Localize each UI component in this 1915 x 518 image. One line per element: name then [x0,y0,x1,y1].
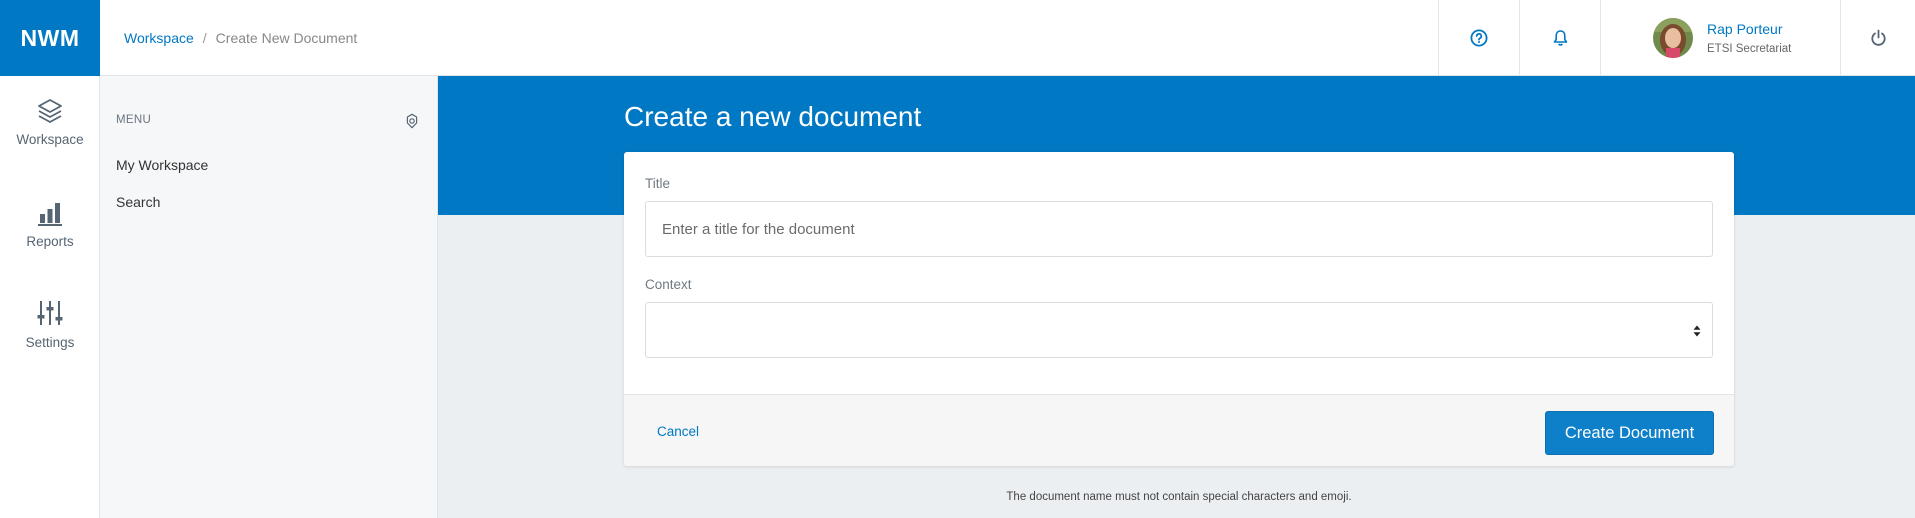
page-title: Create a new document [624,101,922,132]
user-name: Rap Porteur [1707,21,1783,37]
title-field-label: Title [645,176,671,191]
context-select[interactable] [645,302,1713,358]
create-document-button[interactable]: Create Document [1545,411,1714,455]
question-circle-icon [1470,29,1488,47]
user-info: Rap Porteur ETSI Secretariat [1707,21,1791,55]
breadcrumb-workspace-link[interactable]: Workspace [124,30,194,46]
app-logo[interactable]: NWM [0,0,100,76]
layers-icon [38,99,62,123]
sliders-icon [37,301,63,325]
bell-icon [1553,30,1567,46]
topbar-actions: Rap Porteur ETSI Secretariat [1438,0,1915,76]
nav-settings[interactable]: Settings [0,299,100,379]
nav-reports-label: Reports [26,234,74,249]
create-document-form: Title Context Cancel Create Document [624,152,1734,466]
primary-nav: Workspace Reports Settings [0,76,100,518]
nav-settings-label: Settings [25,335,75,350]
menu-heading: MENU [116,114,152,126]
avatar [1653,18,1693,58]
breadcrumb-current: Create New Document [215,30,358,46]
form-footer: Cancel Create Document [624,394,1734,466]
nav-workspace[interactable]: Workspace [0,98,100,178]
help-button[interactable] [1438,0,1519,76]
nav-workspace-label: Workspace [16,132,84,147]
notifications-button[interactable] [1519,0,1600,76]
top-bar: NWM Workspace / Create New Document Rap … [0,0,1915,76]
breadcrumb-separator: / [202,30,207,46]
logout-button[interactable] [1840,0,1915,76]
power-icon [1870,29,1886,46]
title-input[interactable] [645,201,1713,257]
form-hint: The document name must not contain speci… [1006,491,1352,503]
user-organization: ETSI Secretariat [1707,43,1792,55]
bar-chart-icon [38,203,62,226]
cancel-button[interactable]: Cancel [657,424,699,439]
menu-item-my-workspace[interactable]: My Workspace [116,157,208,173]
menu-item-search[interactable]: Search [116,194,160,210]
gear-icon[interactable] [404,113,420,129]
breadcrumb: Workspace / Create New Document [124,0,357,76]
context-field-label: Context [645,277,692,292]
nav-reports[interactable]: Reports [0,200,100,280]
select-arrows-icon [1693,325,1701,337]
secondary-menu: MENU My Workspace Search [100,76,438,518]
user-menu[interactable]: Rap Porteur ETSI Secretariat [1600,0,1840,76]
